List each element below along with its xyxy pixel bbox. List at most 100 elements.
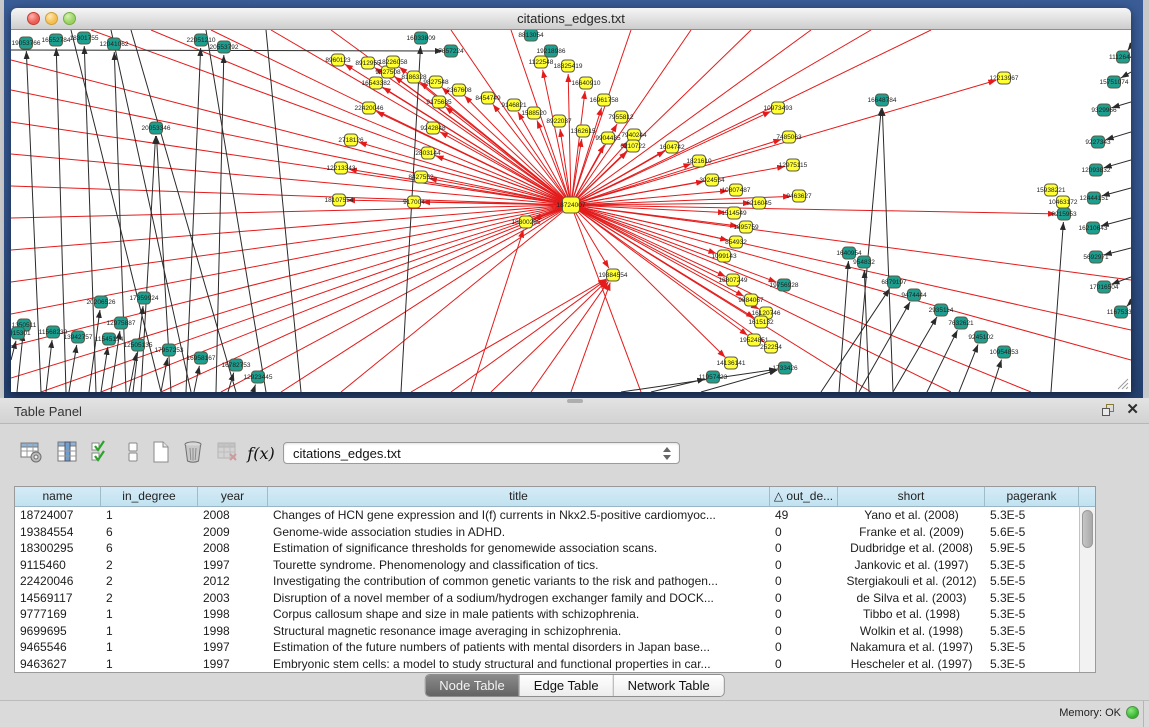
graph-node[interactable]: 16958167: [187, 352, 216, 364]
table-row[interactable]: 946362711997Embryonic stem cells: a mode…: [15, 656, 1079, 673]
table-row[interactable]: 969969511998Structural magnetic resonanc…: [15, 623, 1079, 640]
graph-node[interactable]: 1122548: [529, 56, 554, 68]
graph-node[interactable]: 11675331: [1107, 306, 1131, 318]
graph-node[interactable]: 10954853: [990, 346, 1019, 358]
graph-node[interactable]: 16543382: [362, 77, 391, 89]
graph-node[interactable]: 19384554: [599, 269, 628, 281]
graph-node[interactable]: 1362615: [570, 125, 596, 137]
graph-node[interactable]: 12093832: [1082, 164, 1111, 176]
graph-node[interactable]: 9474444: [901, 289, 927, 301]
table-row[interactable]: 911546021997Tourette syndrome. Phenomeno…: [15, 557, 1079, 574]
network-window-titlebar[interactable]: citations_edges.txt: [11, 8, 1131, 30]
graph-node[interactable]: 6879197: [881, 276, 907, 288]
table-row[interactable]: 946554611997Estimation of the future num…: [15, 639, 1079, 656]
graph-node[interactable]: 1895759: [733, 221, 759, 233]
graph-node[interactable]: 9463627: [786, 190, 812, 202]
graph-node[interactable]: 2935114: [929, 304, 954, 316]
graph-node[interactable]: 15938221: [1037, 184, 1066, 196]
graph-node[interactable]: 16210643: [1079, 222, 1108, 234]
column-header-5[interactable]: short: [838, 487, 985, 506]
column-header-2[interactable]: year: [198, 487, 268, 506]
graph-node[interactable]: 5692971: [1083, 251, 1109, 263]
close-panel-icon[interactable]: ✕: [1126, 401, 1139, 419]
graph-node[interactable]: 8912955: [355, 57, 381, 69]
graph-node[interactable]: 7857224: [438, 45, 464, 57]
graph-node[interactable]: 1514549: [721, 207, 747, 219]
column-header-4[interactable]: △ out_de...: [770, 487, 838, 506]
graph-node[interactable]: 2367608: [446, 84, 472, 96]
column-header-0[interactable]: name: [15, 487, 101, 506]
graph-node[interactable]: 19218986: [537, 45, 566, 57]
graph-node[interactable]: 9242848: [420, 122, 446, 134]
table-settings-icon[interactable]: [16, 440, 46, 470]
table-row[interactable]: 2242004622012Investigating the contribut…: [15, 573, 1079, 590]
graph-node[interactable]: 11126442: [1109, 51, 1131, 63]
graph-node[interactable]: 8215953: [1051, 208, 1077, 220]
graph-node[interactable]: 12923445: [244, 371, 273, 383]
graph-node[interactable]: 3024554: [699, 174, 725, 186]
graph-node[interactable]: 16033809: [407, 32, 436, 44]
table-scrollbar-thumb[interactable]: [1082, 510, 1093, 548]
table-row[interactable]: 1830029562008Estimation of significance …: [15, 540, 1079, 557]
graph-node[interactable]: 7955812: [608, 111, 634, 123]
graph-node[interactable]: 12444151: [1080, 192, 1109, 204]
column-header-3[interactable]: title: [268, 487, 770, 506]
graph-node[interactable]: 12041062: [100, 38, 129, 50]
graph-node[interactable]: 19053766: [12, 37, 41, 49]
resize-grip-icon[interactable]: [1115, 376, 1129, 390]
graph-node[interactable]: 954832: [853, 256, 875, 268]
column-header-1[interactable]: in_degree: [101, 487, 198, 506]
graph-node[interactable]: 9904435: [595, 132, 621, 144]
graph-node[interactable]: 14136141: [717, 357, 746, 369]
graph-node[interactable]: 17957253: [155, 344, 184, 356]
graph-node[interactable]: 9827548: [423, 76, 449, 88]
graph-node[interactable]: 8813054: [518, 30, 544, 41]
table-row[interactable]: 1872400712008Changes of HCN gene express…: [15, 507, 1079, 524]
table-header-row[interactable]: namein_degreeyeartitle△ out_de...shortpa…: [15, 487, 1095, 507]
graph-node[interactable]: 16552784: [42, 34, 71, 46]
graph-node[interactable]: 12213967: [990, 72, 1019, 84]
column-header-6[interactable]: pagerank: [985, 487, 1079, 506]
graph-node[interactable]: 11957423: [699, 371, 728, 383]
graph-node[interactable]: 16782753: [222, 359, 251, 371]
tab-node-table[interactable]: Node Table: [425, 675, 519, 696]
graph-node[interactable]: 18107554: [325, 194, 354, 206]
delete-icon[interactable]: [178, 440, 208, 470]
graph-node[interactable]: 20053346: [142, 122, 171, 134]
graph-node[interactable]: 9245102: [968, 331, 994, 343]
function-builder-icon[interactable]: f(x): [246, 440, 276, 470]
graph-node[interactable]: 16961758: [590, 94, 619, 106]
graph-node[interactable]: 12975115: [779, 159, 808, 171]
graph-node[interactable]: 10463172: [1049, 196, 1078, 208]
graph-node[interactable]: 8922037: [546, 115, 572, 127]
graph-node[interactable]: 18325419: [554, 60, 583, 72]
graph-node[interactable]: 1733426: [772, 362, 798, 374]
network-svg[interactable]: 1872400718300295183254191664091016961758…: [11, 30, 1131, 392]
graph-node[interactable]: 6216045: [746, 197, 772, 209]
graph-node[interactable]: 7485063: [776, 131, 802, 143]
graph-node[interactable]: 20206526: [87, 296, 116, 308]
graph-node[interactable]: 16648784: [868, 94, 897, 106]
graph-node[interactable]: 2718126: [338, 134, 364, 146]
graph-node[interactable]: 6210722: [620, 140, 646, 152]
graph-node[interactable]: 8454749: [475, 92, 501, 104]
new-file-icon[interactable]: [146, 440, 176, 470]
graph-node[interactable]: 917004: [403, 196, 425, 208]
clear-selection-icon[interactable]: [118, 440, 148, 470]
column-edit-icon[interactable]: [52, 440, 82, 470]
panel-divider-handle[interactable]: [567, 399, 583, 403]
table-row[interactable]: 1456911722003Disruption of a novel membe…: [15, 590, 1079, 607]
graph-node[interactable]: 1099143: [711, 250, 737, 262]
graph-node[interactable]: 10807487: [722, 184, 751, 196]
graph-node[interactable]: 13942757: [64, 331, 93, 343]
select-rows-icon[interactable]: [86, 440, 116, 470]
graph-node[interactable]: 16640910: [572, 77, 601, 89]
network-table-select[interactable]: citations_edges.txt: [283, 442, 680, 464]
graph-node[interactable]: 854932: [725, 236, 747, 248]
graph-node[interactable]: 7940244: [621, 129, 647, 141]
network-canvas[interactable]: 1872400718300295183254191664091016961758…: [11, 30, 1131, 392]
table-scrollbar[interactable]: [1079, 507, 1095, 672]
table-row[interactable]: 1938455462009Genome-wide association stu…: [15, 524, 1079, 541]
graph-node[interactable]: 12975887: [107, 317, 136, 329]
tab-edge-table[interactable]: Edge Table: [519, 675, 613, 696]
